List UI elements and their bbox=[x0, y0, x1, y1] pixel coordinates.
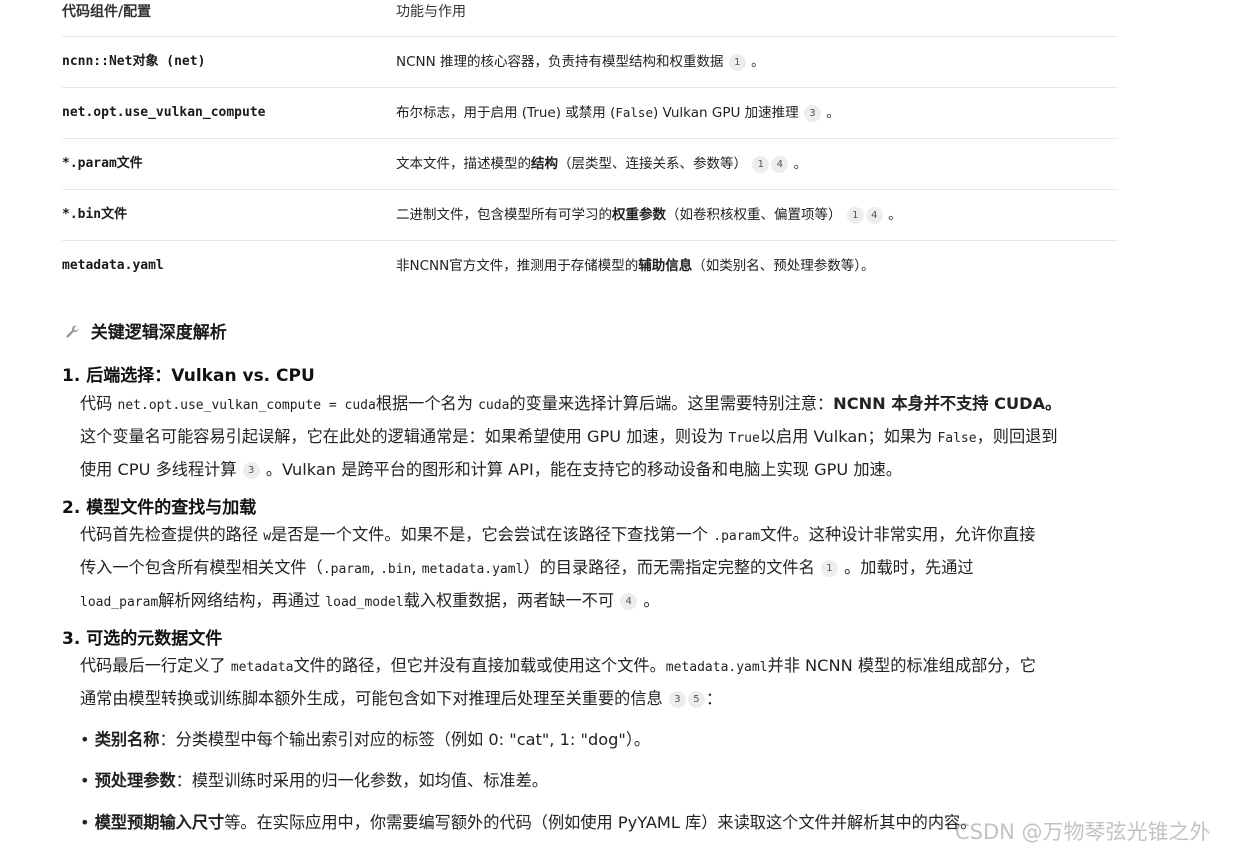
inline-code: .param bbox=[322, 562, 370, 577]
inline-code: False bbox=[615, 105, 653, 120]
table-row: *.bin文件 二进制文件，包含模型所有可学习的权重参数（如卷积核权重、偏置项等… bbox=[62, 190, 1118, 241]
item-heading: 1. 后端选择：Vulkan vs. CPU bbox=[62, 366, 315, 386]
table-header-row: 代码组件/配置 功能与作用 bbox=[62, 0, 1118, 37]
citation-badge[interactable]: 4 bbox=[620, 593, 638, 610]
cell-text: （如卷积核权重、偏置项等） bbox=[666, 207, 842, 223]
table-cell-component: *.param文件 bbox=[62, 156, 143, 171]
citation-badge[interactable]: 1 bbox=[820, 560, 838, 577]
inline-code: net.opt.use_vulkan_compute = cuda bbox=[117, 398, 376, 413]
cell-text: ) Vulkan GPU 加速推理 bbox=[653, 105, 799, 121]
cell-end: 。 bbox=[888, 207, 902, 223]
inline-code: load_model bbox=[325, 595, 404, 610]
cell-end: 。 bbox=[826, 105, 840, 121]
cell-bold-text: 结构 bbox=[531, 156, 558, 172]
cell-end: 。 bbox=[751, 54, 765, 70]
cell-end: 。 bbox=[793, 156, 808, 172]
inline-code: .param bbox=[713, 529, 761, 544]
table-cell-component: metadata.yaml bbox=[62, 258, 164, 273]
watermark: CSDN @万物琴弦光锥之外 bbox=[955, 820, 1211, 844]
citation-badge[interactable]: 3 bbox=[242, 462, 260, 479]
bullet-bold: 类别名称 bbox=[94, 730, 160, 749]
cell-text: 布尔标志，用于启用 (True) 或禁用 ( bbox=[396, 105, 616, 121]
table-cell-function: 非NCNN官方文件，推测用于存储模型的辅助信息（如类别名、预处理参数等）。 bbox=[396, 241, 874, 291]
section-title-text: 关键逻辑深度解析 bbox=[90, 323, 227, 343]
cell-text: 二进制文件，包含模型所有可学习的 bbox=[396, 207, 612, 223]
inline-code: .bin bbox=[380, 562, 412, 577]
table-header-function: 功能与作用 bbox=[396, 4, 466, 20]
citation-badge[interactable]: 3 bbox=[668, 691, 686, 708]
item-heading: 3. 可选的元数据文件 bbox=[62, 629, 223, 649]
cell-bold-text: 辅助信息 bbox=[638, 258, 693, 274]
bullet-text: 等。在实际应用中，你需要编写额外的代码（例如使用 PyYAML 库）来读取这个文… bbox=[224, 813, 977, 832]
item-paragraph: 代码 net.opt.use_vulkan_compute = cuda根据一个… bbox=[80, 394, 1062, 479]
cell-text: 非NCNN官方文件，推测用于存储模型的 bbox=[396, 258, 639, 274]
table-header-component: 代码组件/配置 bbox=[62, 4, 152, 20]
inline-code: True bbox=[728, 431, 760, 446]
table-row: net.opt.use_vulkan_compute 布尔标志，用于启用 (Tr… bbox=[62, 88, 1118, 139]
table-cell-component: ncnn::Net对象 (net) bbox=[62, 54, 206, 69]
table-cell-function: 布尔标志，用于启用 (True) 或禁用 (False) Vulkan GPU … bbox=[396, 88, 840, 138]
bullet-text: ：分类模型中每个输出索引对应的标签（例如 0: "cat", 1: "dog"）… bbox=[159, 730, 651, 749]
cell-bold-text: 权重参数 bbox=[612, 207, 666, 223]
table-cell-function: NCNN 推理的核心容器，负责持有模型结构和权重数据 1 。 bbox=[396, 37, 765, 87]
bullet-bold: 模型预期输入尺寸 bbox=[94, 813, 225, 832]
citation-badge[interactable]: 4 bbox=[771, 155, 789, 173]
table-row: *.param文件 文本文件，描述模型的结构（层类型、连接关系、参数等） 14 … bbox=[62, 139, 1118, 190]
citation-badge[interactable]: 1 bbox=[752, 155, 770, 173]
inline-code: cuda bbox=[478, 398, 510, 413]
citation-badge[interactable]: 3 bbox=[803, 104, 821, 122]
section-title: 关键逻辑深度解析 bbox=[64, 318, 227, 343]
inline-code: load_param bbox=[80, 595, 159, 610]
list-item: • 预处理参数：模型训练时采用的归一化参数，如均值、标准差。 bbox=[80, 771, 548, 790]
table-cell-function: 二进制文件，包含模型所有可学习的权重参数（如卷积核权重、偏置项等） 14 。 bbox=[396, 190, 902, 240]
item-paragraph: 代码首先检查提供的路径 w是否是一个文件。如果不是，它会尝试在该路径下查找第一个… bbox=[80, 525, 1036, 610]
list-item: • 类别名称：分类模型中每个输出索引对应的标签（例如 0: "cat", 1: … bbox=[80, 730, 651, 749]
citation-badge[interactable]: 5 bbox=[687, 691, 705, 708]
cell-text: （层类型、连接关系、参数等） bbox=[558, 156, 747, 172]
inline-code: metadata bbox=[230, 660, 294, 675]
component-table: 代码组件/配置 功能与作用 ncnn::Net对象 (net) NCNN 推理的… bbox=[62, 0, 1118, 291]
item-heading: 2. 模型文件的查找与加载 bbox=[62, 498, 257, 518]
citation-badge[interactable]: 1 bbox=[846, 206, 864, 224]
bullet-bold: 预处理参数 bbox=[94, 771, 176, 790]
inline-code: w bbox=[263, 529, 272, 544]
list-item: • 模型预期输入尺寸等。在实际应用中，你需要编写额外的代码（例如使用 PyYAM… bbox=[80, 813, 977, 832]
table-cell-component: *.bin文件 bbox=[62, 207, 128, 222]
inline-code: metadata.yaml bbox=[421, 562, 524, 577]
cell-text: （如类别名、预处理参数等）。 bbox=[692, 258, 875, 274]
item-paragraph: 代码最后一行定义了 metadata文件的路径，但它并没有直接加载或使用这个文件… bbox=[80, 656, 1036, 708]
table-row: metadata.yaml 非NCNN官方文件，推测用于存储模型的辅助信息（如类… bbox=[62, 241, 1118, 291]
citation-badge[interactable]: 1 bbox=[728, 53, 746, 71]
cell-text: 文本文件，描述模型的 bbox=[396, 156, 531, 172]
citation-badge[interactable]: 4 bbox=[865, 206, 883, 224]
bullet-text: ：模型训练时采用的归一化参数，如均值、标准差。 bbox=[175, 771, 548, 790]
table-cell-component: net.opt.use_vulkan_compute bbox=[62, 105, 266, 120]
inline-code: False bbox=[937, 431, 977, 446]
table-row: ncnn::Net对象 (net) NCNN 推理的核心容器，负责持有模型结构和… bbox=[62, 37, 1118, 88]
wrench-icon bbox=[64, 324, 85, 342]
inline-code: metadata.yaml bbox=[665, 660, 768, 675]
cell-text: NCNN 推理的核心容器，负责持有模型结构和权重数据 bbox=[396, 54, 724, 70]
table-cell-function: 文本文件，描述模型的结构（层类型、连接关系、参数等） 14 。 bbox=[396, 139, 807, 189]
